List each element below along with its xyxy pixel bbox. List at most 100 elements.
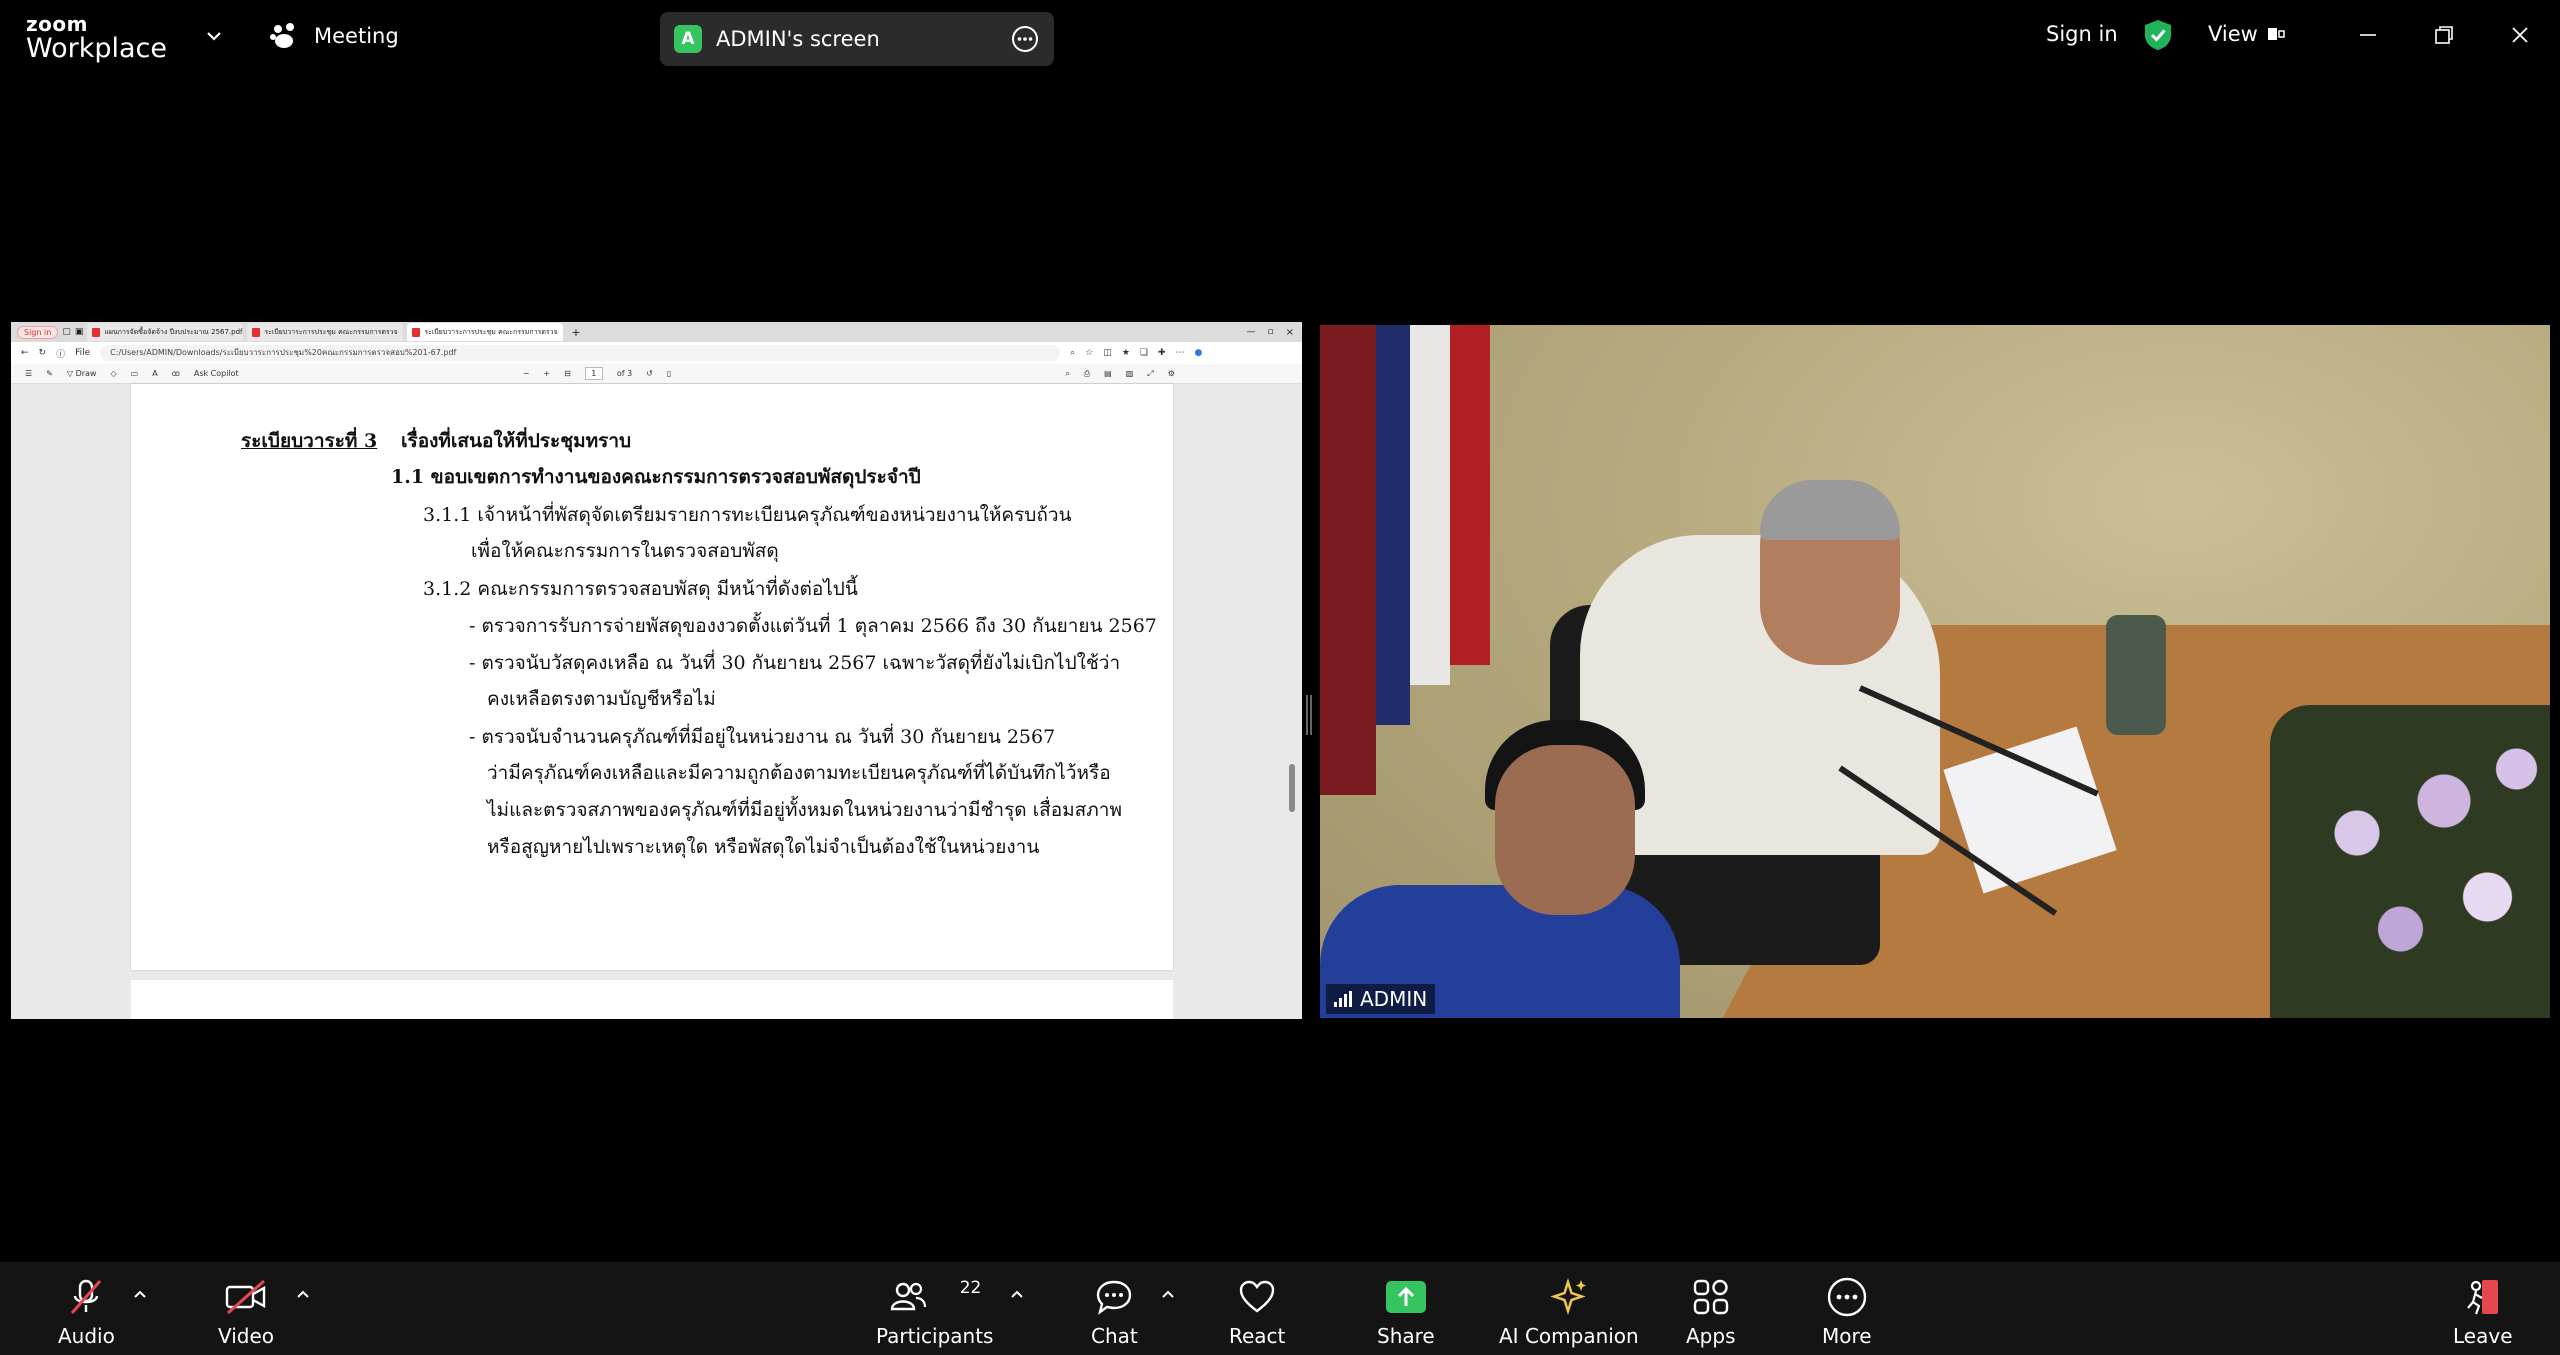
browser-close-icon[interactable]: × [1286, 327, 1294, 338]
participant-video-tile[interactable]: ADMIN [1320, 325, 2550, 1018]
read-aloud-icon[interactable]: ꝏ [172, 369, 180, 378]
restore-icon[interactable] [2429, 20, 2459, 50]
view-icon[interactable]: ▭ [131, 369, 139, 378]
tab-close-icon[interactable]: × [402, 328, 404, 337]
flag-decoration [1410, 325, 1450, 685]
draw-label: Draw [75, 369, 97, 378]
doc-line: หรือสูญหายไปเพราะเหตุใด หรือพัสดุใดไม่จำ… [487, 836, 1040, 858]
doc-line: 3.1.2 คณะกรรมการตรวจสอบพัสดุ มีหน้าที่ดั… [423, 578, 858, 600]
audio-options-chevron-icon[interactable] [131, 1286, 149, 1304]
two-page-icon[interactable]: ▯ [667, 369, 671, 378]
share-user-badge: A [674, 25, 702, 53]
settings-icon[interactable]: ⚙ [1168, 369, 1175, 378]
workspaces-icon[interactable]: ▢ [62, 327, 71, 337]
video-options-chevron-icon[interactable] [294, 1286, 312, 1304]
leave-door-icon [2466, 1280, 2498, 1315]
participants-button[interactable]: 22 Participants [876, 1276, 993, 1348]
favorite-icon[interactable]: ☆ [1085, 348, 1093, 358]
video-button[interactable]: Video [218, 1276, 274, 1348]
chat-button[interactable]: Chat [1091, 1276, 1138, 1348]
browser-minimize-icon[interactable]: — [1247, 327, 1256, 337]
chat-bubble-icon [1097, 1280, 1132, 1315]
copilot-icon[interactable]: ● [1195, 348, 1203, 358]
extensions-icon[interactable]: ✚ [1158, 348, 1166, 358]
participant-name: ADMIN [1360, 987, 1428, 1011]
draw-button[interactable]: ▽ Draw [67, 369, 97, 378]
chat-options-chevron-icon[interactable] [1159, 1286, 1177, 1304]
video-camera-off-icon [225, 1279, 266, 1315]
meeting-menu-button[interactable]: Meeting [270, 22, 399, 50]
doc-line: - ตรวจการรับการจ่ายพัสดุของงวดตั้งแต่วัน… [469, 615, 1157, 637]
ai-companion-button[interactable]: AI Companion [1499, 1276, 1639, 1348]
split-screen-icon[interactable]: ◫ [1103, 348, 1112, 358]
flag-decoration [1376, 325, 1410, 725]
tab-close-icon[interactable]: × [562, 328, 564, 337]
viewing-screen-pill[interactable]: A ADMIN's screen [660, 12, 1054, 66]
more-button[interactable]: More [1822, 1276, 1872, 1348]
more-label: More [1822, 1324, 1872, 1348]
print-icon[interactable]: ⎙ [1084, 369, 1090, 379]
pdf-viewer[interactable]: ระเบียบวาระที่ 3 เรื่องที่เสนอให้ที่ประช… [11, 384, 1302, 1019]
react-label: React [1229, 1324, 1286, 1348]
more-options-icon[interactable] [1010, 24, 1040, 54]
attendee-head [1495, 745, 1635, 915]
logo-zoom-text: zoom [26, 12, 88, 36]
apps-label: Apps [1686, 1324, 1736, 1348]
signal-strength-icon [1334, 991, 1352, 1007]
pdf-icon [412, 327, 421, 337]
favorites-icon[interactable]: ★ [1122, 348, 1130, 358]
menu-icon[interactable]: ⋯ [1176, 348, 1185, 358]
ask-copilot-button[interactable]: Ask Copilot [194, 369, 239, 378]
pdf-page: ระเบียบวาระที่ 3 เรื่องที่เสนอให้ที่ประช… [131, 384, 1173, 970]
doc-line: ว่ามีครุภัณฑ์คงเหลือและมีความถูกต้องตามท… [487, 762, 1111, 784]
pdf-scrollbar[interactable] [1289, 764, 1295, 812]
page-count-label: of 3 [616, 369, 633, 378]
save-as-icon[interactable]: ▧ [1126, 369, 1134, 378]
browser-tab-1[interactable]: แผนการจัดซื้อจัดจ้าง ปีงบประมาณ 2567.pdf… [87, 323, 244, 341]
audio-label: Audio [58, 1324, 115, 1348]
contents-icon[interactable]: ☰ [25, 369, 32, 378]
browser-tab-2[interactable]: ระเบียบวาระการประชุม คณะกรรมการตรวจ × [247, 323, 404, 341]
minimize-icon[interactable] [2353, 20, 2383, 50]
zoom-out-icon[interactable]: − [523, 369, 530, 378]
save-icon[interactable]: ▤ [1104, 369, 1112, 378]
chevron-down-icon[interactable] [204, 26, 224, 46]
shield-check-icon[interactable] [2142, 18, 2174, 52]
doc-line: - ตรวจนับวัสดุคงเหลือ ณ วันที่ 30 กันยาย… [469, 652, 1121, 674]
participants-options-chevron-icon[interactable] [1008, 1286, 1026, 1304]
tile-splitter-handle[interactable] [1306, 695, 1312, 735]
browser-tab-3[interactable]: ระเบียบวาระการประชุม คณะกรรมการตรวจ × [407, 323, 564, 341]
erase-icon[interactable]: ◇ [110, 369, 116, 378]
audio-button[interactable]: Audio [58, 1276, 115, 1348]
zoom-icon[interactable]: ⌕ [1070, 348, 1075, 358]
browser-restore-icon[interactable]: ▫ [1268, 327, 1274, 337]
shared-screen-tile[interactable]: Sign in ▢ ▣ แผนการจัดซื้อจัดจ้าง ปีงบประ… [11, 322, 1302, 1019]
new-tab-icon[interactable]: + [571, 326, 580, 339]
rotate-icon[interactable]: ↺ [646, 369, 653, 378]
view-menu-button[interactable]: View [2208, 22, 2288, 46]
collections-icon[interactable]: ❏ [1140, 348, 1148, 358]
doc-line: 3.1.1 เจ้าหน้าที่พัสดุจัดเตรียมรายการทะเ… [423, 504, 1072, 526]
leave-button[interactable]: Leave [2453, 1276, 2513, 1348]
back-icon[interactable]: ← [21, 348, 29, 358]
fit-page-icon[interactable]: ⊟ [564, 369, 571, 378]
page-number-input[interactable]: 1 [584, 367, 603, 380]
logo-workplace-text: Workplace [26, 33, 168, 64]
url-field[interactable]: C:/Users/ADMIN/Downloads/ระเบียบวาระการป… [100, 345, 1061, 361]
zoom-in-icon[interactable]: + [543, 369, 550, 378]
browser-sign-in-button[interactable]: Sign in [17, 325, 59, 339]
tab-actions-icon[interactable]: ▣ [75, 327, 84, 337]
highlight-icon[interactable]: ✎ [46, 369, 53, 378]
chat-label: Chat [1091, 1324, 1138, 1348]
react-button[interactable]: React [1229, 1276, 1285, 1348]
agenda-number: ระเบียบวาระที่ 3 [241, 430, 378, 452]
sign-in-link[interactable]: Sign in [2046, 22, 2118, 46]
speaker-hair [1760, 480, 1900, 540]
refresh-icon[interactable]: ↻ [39, 348, 47, 358]
fullscreen-icon[interactable]: ⤢ [1147, 369, 1153, 379]
search-icon[interactable]: ⌕ [1065, 369, 1069, 379]
apps-button[interactable]: Apps [1686, 1276, 1736, 1348]
close-icon[interactable] [2505, 20, 2535, 50]
share-button[interactable]: Share [1377, 1276, 1435, 1348]
text-icon[interactable]: A [152, 369, 157, 378]
